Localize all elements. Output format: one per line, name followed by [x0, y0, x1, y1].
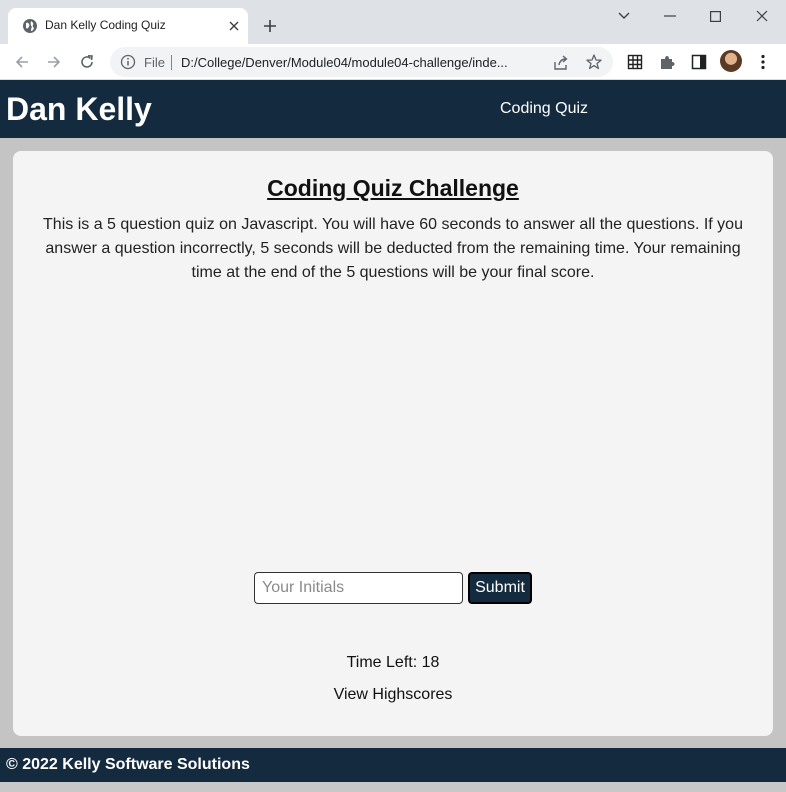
browser-toolbar: File D:/College/Denver/Module04/module04… — [0, 44, 786, 80]
close-window-icon[interactable] — [747, 2, 777, 30]
menu-dots-icon[interactable] — [751, 50, 775, 74]
reload-icon[interactable] — [75, 50, 99, 74]
footer-copyright: © 2022 Kelly Software Solutions — [6, 756, 250, 773]
submit-button[interactable]: Submit — [468, 572, 532, 604]
side-panel-icon[interactable] — [687, 50, 711, 74]
address-bar[interactable]: File D:/College/Denver/Module04/module04… — [110, 47, 613, 77]
back-arrow-icon[interactable] — [10, 50, 34, 74]
url-text[interactable]: D:/College/Denver/Module04/module04-chal… — [181, 55, 541, 70]
quiz-card: Coding Quiz Challenge This is a 5 questi… — [13, 151, 773, 736]
close-tab-icon[interactable] — [224, 16, 244, 36]
extensions-puzzle-icon[interactable] — [655, 50, 679, 74]
time-left: Time Left: 18 — [346, 654, 440, 671]
tab-search-icon[interactable] — [609, 2, 639, 30]
quiz-description: This is a 5 question quiz on Javascript.… — [43, 216, 743, 281]
profile-avatar[interactable] — [720, 50, 742, 72]
view-highscores-link[interactable]: View Highscores — [13, 686, 773, 704]
new-tab-icon[interactable] — [258, 14, 282, 38]
bookmark-star-icon[interactable] — [585, 53, 603, 71]
maximize-icon[interactable] — [700, 2, 730, 30]
initials-input[interactable] — [254, 572, 463, 604]
grid-extension-icon[interactable] — [623, 50, 647, 74]
globe-icon — [23, 19, 37, 33]
url-divider — [171, 55, 172, 70]
site-footer: © 2022 Kelly Software Solutions — [0, 748, 786, 782]
forward-arrow-icon[interactable] — [42, 50, 66, 74]
site-header: Dan Kelly Coding Quiz — [0, 80, 786, 138]
quiz-title: Coding Quiz Challenge — [267, 175, 519, 201]
minimize-icon[interactable] — [655, 2, 685, 30]
tab-title: Dan Kelly Coding Quiz — [45, 18, 166, 32]
browser-tab[interactable]: Dan Kelly Coding Quiz — [8, 8, 248, 44]
browser-titlebar: Dan Kelly Coding Quiz — [0, 0, 786, 44]
nav-coding-quiz[interactable]: Coding Quiz — [500, 100, 588, 118]
url-scheme-label: File — [144, 55, 165, 70]
site-brand: Dan Kelly — [6, 91, 152, 127]
share-icon[interactable] — [552, 54, 570, 72]
window-bottom-edge — [0, 782, 786, 792]
info-icon[interactable] — [120, 54, 136, 70]
